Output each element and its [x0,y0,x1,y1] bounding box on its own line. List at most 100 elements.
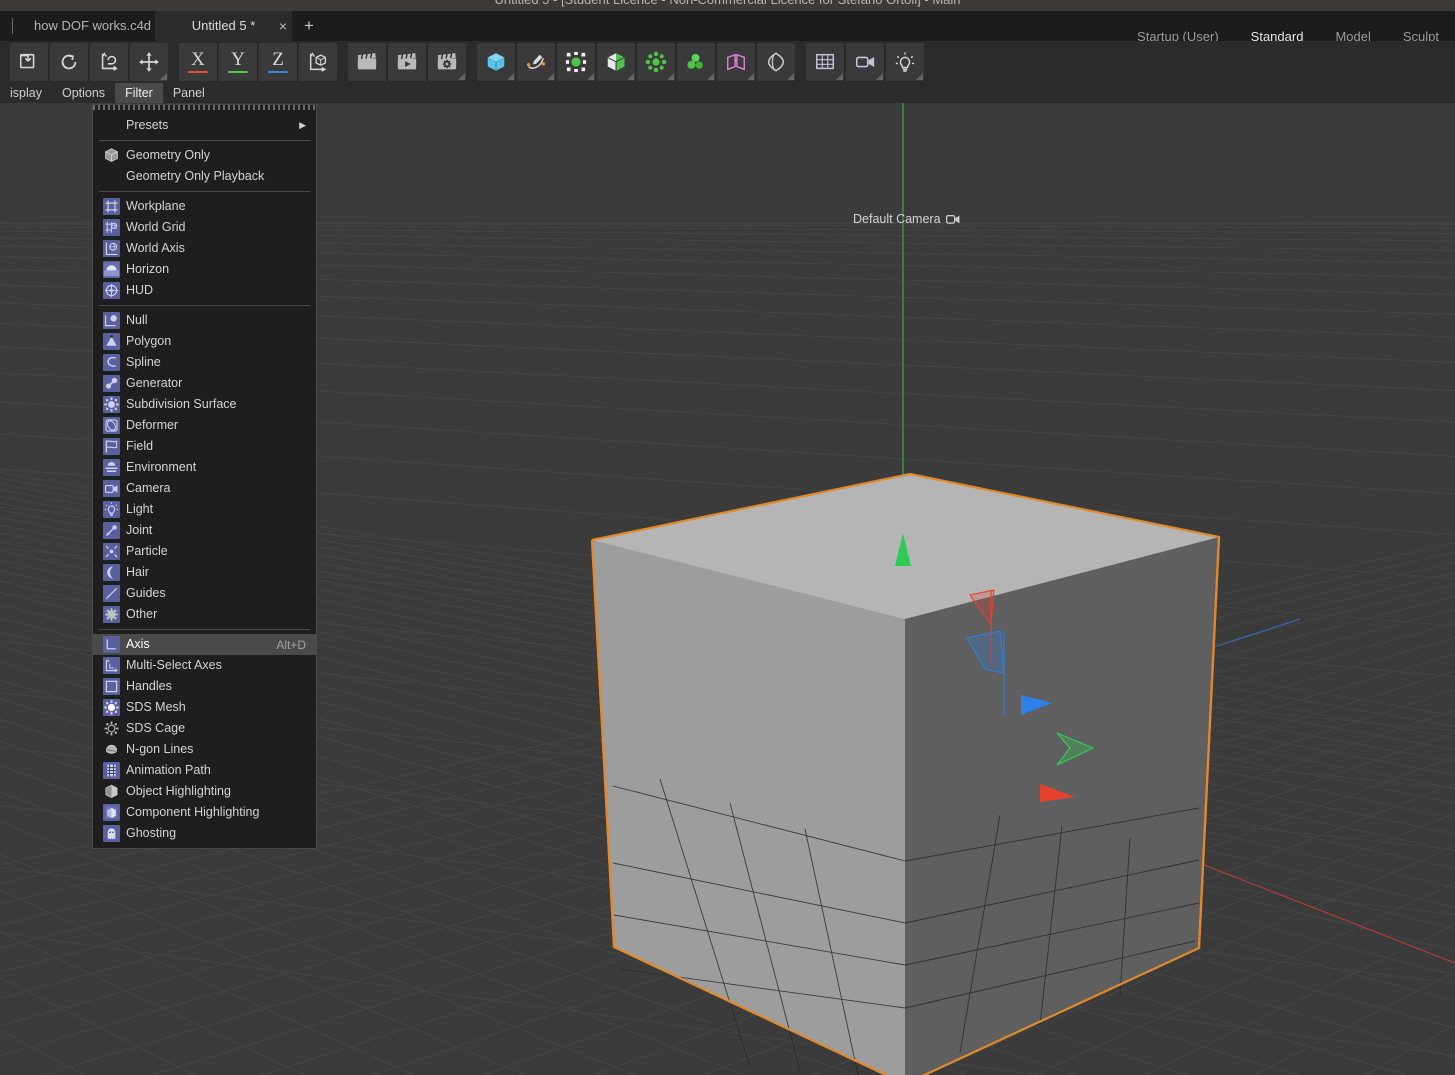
menu-item-label: Ghosting [126,826,177,840]
toolbar-separator [467,41,476,83]
menu-item-label: Environment [126,460,197,474]
menu-item-label: Geometry Only [126,148,211,162]
menu-item-environment[interactable]: Environment [93,457,316,478]
menu-item-other[interactable]: Other [93,604,316,625]
menu-item-ngon-lines[interactable]: N-gon Lines [93,739,316,760]
bend-deformer-icon[interactable] [717,43,755,81]
light-object-icon[interactable] [886,43,924,81]
menu-item-label: Guides [126,586,166,600]
document-tab-untitled-5[interactable]: Untitled 5 * [155,11,292,41]
menu-separator [99,629,310,630]
cube-primitive-icon[interactable] [477,43,515,81]
menu-item-workplane[interactable]: Workplane [93,196,316,217]
sds-mesh-icon [103,699,120,716]
menu-item-null[interactable]: Null [93,310,316,331]
filter-dropdown-menu[interactable]: Presets ▶ Geometry Only Geometry Only Playb… [92,104,317,849]
field-icon[interactable] [757,43,795,81]
subdivision-surface-icon[interactable] [677,43,715,81]
menu-item-label: Presets [126,118,169,132]
menu-display[interactable]: isplay [0,83,52,103]
menu-item-label: Subdivision Surface [126,397,237,411]
world-axis-icon [103,240,120,257]
menu-item-generator[interactable]: Generator [93,373,316,394]
toolbar-separator [796,41,805,83]
x-axis-lock-button[interactable]: X [179,43,217,81]
menu-item-field[interactable]: Field [93,436,316,457]
menu-item-world-axis[interactable]: World Axis [93,238,316,259]
menu-item-label: SDS Mesh [126,700,186,714]
document-tab-how-dof-works[interactable]: how DOF works.c4d [20,11,165,41]
extrude-generator-icon[interactable] [597,43,635,81]
world-grid-icon [103,219,120,236]
menu-item-geometry-only-playback[interactable]: Geometry Only Playback [93,166,316,187]
menu-item-polygon[interactable]: Polygon [93,331,316,352]
world-object-coord-icon[interactable] [299,43,337,81]
menu-item-spline[interactable]: Spline [93,352,316,373]
camera-object-icon[interactable] [846,43,884,81]
spline-pen-icon[interactable] [517,43,555,81]
environment-icon [103,459,120,476]
move-icon[interactable] [130,43,168,81]
toolbar-separator [0,41,9,83]
menu-item-subdivision-surface[interactable]: Subdivision Surface [93,394,316,415]
rotate-icon[interactable] [50,43,88,81]
object-axis-icon[interactable] [90,43,128,81]
menu-item-component-highlighting[interactable]: Component Highlighting [93,802,316,823]
menu-panel[interactable]: Panel [163,83,215,103]
menu-item-label: World Axis [126,241,185,255]
menu-item-sds-mesh[interactable]: SDS Mesh [93,697,316,718]
ngon-off-icon [103,741,120,758]
menu-item-handles[interactable]: Handles [93,676,316,697]
menu-item-deformer[interactable]: Deformer [93,415,316,436]
menu-item-ghosting[interactable]: Ghosting [93,823,316,844]
menu-item-label: SDS Cage [126,721,186,735]
light-icon [103,501,120,518]
menu-item-geometry-only[interactable]: Geometry Only [93,145,316,166]
sds-icon [103,396,120,413]
menu-item-animation-path[interactable]: Animation Path [93,760,316,781]
render-view-icon[interactable] [348,43,386,81]
add-tab-icon[interactable]: + [300,11,318,41]
menu-item-horizon[interactable]: Horizon [93,259,316,280]
menu-options[interactable]: Options [52,83,115,103]
render-to-picture-viewer-icon[interactable] [388,43,426,81]
close-icon[interactable]: × [274,11,292,41]
menu-item-world-grid[interactable]: World Grid [93,217,316,238]
menu-item-light[interactable]: Light [93,499,316,520]
menu-item-joint[interactable]: Joint [93,520,316,541]
field-icon [103,438,120,455]
z-axis-lock-button[interactable]: Z [259,43,297,81]
menu-item-label: HUD [126,283,154,297]
axis-icon [103,636,120,653]
menu-item-label: Joint [126,523,153,537]
mograph-cloner-icon[interactable] [557,43,595,81]
hud-icon [103,282,120,299]
menu-item-presets[interactable]: Presets ▶ [93,115,316,136]
menu-item-multi-select-axes[interactable]: Multi-Select Axes [93,655,316,676]
menu-item-shortcut: Alt+D [276,637,306,652]
menu-item-label: Deformer [126,418,179,432]
toolbar-group-5 [805,43,925,81]
menu-item-sds-cage[interactable]: SDS Cage [93,718,316,739]
menu-filter[interactable]: Filter [115,83,163,103]
menu-item-hair[interactable]: Hair [93,562,316,583]
floor-object-icon[interactable] [806,43,844,81]
menu-item-particle[interactable]: Particle [93,541,316,562]
menu-item-label: Axis [126,637,150,651]
menu-item-camera[interactable]: Camera [93,478,316,499]
mograph-effector-icon[interactable] [637,43,675,81]
menu-item-object-highlighting[interactable]: Object Highlighting [93,781,316,802]
menu-item-guides[interactable]: Guides [93,583,316,604]
menu-item-label: Particle [126,544,168,558]
render-settings-icon[interactable] [428,43,466,81]
menu-item-label: Light [126,502,154,516]
handles-icon [103,678,120,695]
obj-hl-off-icon [103,783,120,800]
menu-item-label: Generator [126,376,183,390]
menu-item-hud[interactable]: HUD [93,280,316,301]
y-axis-lock-button[interactable]: Y [219,43,257,81]
null-obj-icon [103,312,120,329]
menu-item-axis[interactable]: Axis Alt+D [93,634,316,655]
undo-view-icon[interactable] [10,43,48,81]
camera-icon [945,214,959,224]
